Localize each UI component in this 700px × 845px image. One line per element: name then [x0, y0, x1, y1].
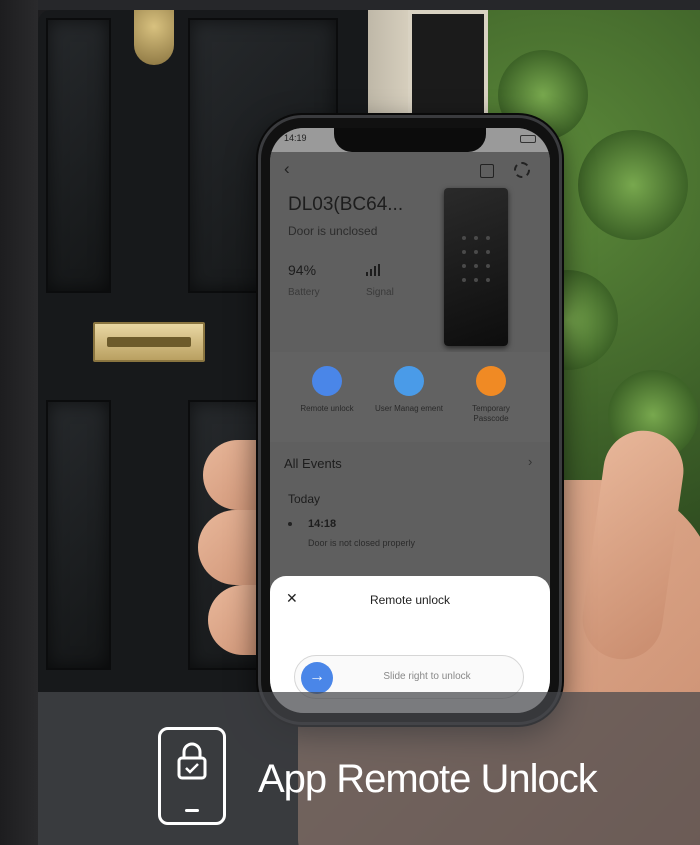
status-time: 14:19: [284, 133, 307, 143]
signal-label: Signal: [366, 287, 394, 298]
door-panel: [46, 18, 111, 293]
page: 14:19 ‹ DL03(BC64... Door is unclosed 94…: [0, 0, 700, 845]
action-label: Remote unlock: [300, 404, 354, 413]
phone-screen: 14:19 ‹ DL03(BC64... Door is unclosed 94…: [270, 128, 550, 713]
frame-window: [408, 10, 488, 120]
door-knocker: [134, 10, 174, 65]
action-temporary-passcode[interactable]: Temporary Passcode: [456, 352, 526, 424]
back-icon[interactable]: ‹: [284, 160, 298, 178]
arrow-right-icon[interactable]: →: [301, 662, 333, 694]
battery-value: 94%: [288, 262, 317, 278]
action-label: Temporary Passcode: [472, 404, 510, 423]
today-label: Today: [288, 492, 321, 506]
all-events-link[interactable]: All Events: [284, 456, 342, 471]
chevron-right-icon[interactable]: ›: [528, 454, 532, 469]
smart-lock-image: [444, 188, 508, 346]
close-icon[interactable]: ✕: [286, 590, 298, 607]
action-user-management[interactable]: User Manag ement: [374, 352, 444, 414]
phone-notch: [334, 128, 486, 152]
lock-icon: [312, 366, 342, 396]
signal-icon: [366, 264, 380, 276]
app-body: ‹ DL03(BC64... Door is unclosed 94% Batt…: [270, 152, 550, 713]
share-icon[interactable]: [480, 164, 494, 178]
battery-icon: [520, 135, 536, 143]
action-label: User Manag ement: [374, 404, 444, 413]
door-panel: [46, 400, 111, 670]
feature-caption: App Remote Unlock: [258, 757, 598, 801]
mail-slot: [93, 322, 205, 362]
left-strip: [0, 0, 38, 845]
device-name: DL03(BC64...: [288, 194, 404, 215]
phone-lock-icon: [158, 727, 226, 825]
user-icon: [394, 366, 424, 396]
door-status: Door is unclosed: [288, 224, 378, 238]
action-remote-unlock[interactable]: Remote unlock: [292, 352, 362, 414]
gear-icon[interactable]: [514, 162, 530, 178]
battery-label: Battery: [288, 287, 320, 298]
event-description: Door is not closed properly: [308, 538, 416, 548]
passcode-icon: [476, 366, 506, 396]
slider-text: Slide right to unlock: [383, 671, 471, 682]
event-time: 14:18: [308, 518, 337, 530]
top-strip: [0, 0, 700, 10]
sheet-title: Remote unlock: [369, 593, 451, 607]
event-dot: [288, 522, 292, 526]
leaf-cluster: [578, 130, 688, 240]
